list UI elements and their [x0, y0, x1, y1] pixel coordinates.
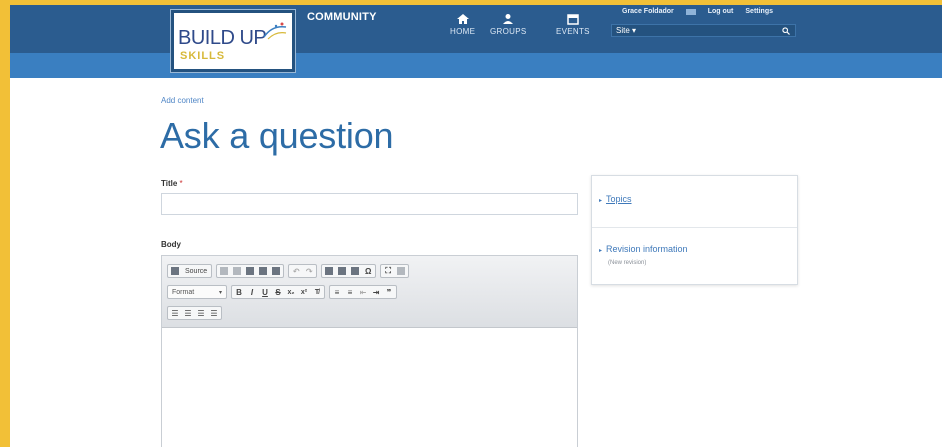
sidebar-item-revision[interactable]: ▸ Revision information — [599, 244, 688, 254]
site-logo[interactable]: BUILD UP SKILLS — [171, 10, 295, 72]
user-name-link[interactable]: Grace Foldador — [622, 8, 674, 15]
logo-swoosh-icon — [263, 22, 287, 40]
copy-icon[interactable] — [232, 266, 242, 276]
align-justify-icon[interactable]: ☰ — [209, 308, 219, 318]
numbered-list-icon[interactable]: ≡ — [332, 287, 342, 297]
style-group: B I U S x₂ x² T̸ — [231, 285, 325, 299]
site-header: BUILD UP SKILLS COMMUNITY HOME GROUPS EV… — [10, 5, 942, 78]
table-icon[interactable] — [337, 266, 347, 276]
user-bar: Grace Foldador Log out Settings — [622, 8, 773, 15]
outdent-icon[interactable]: ⇤ — [358, 287, 368, 297]
strike-icon[interactable]: S — [273, 287, 283, 297]
logo-main-text: BUILD UP — [178, 27, 267, 49]
home-icon — [456, 14, 469, 24]
chevron-down-icon: ▾ — [218, 289, 222, 296]
title-label-text: Title — [161, 179, 178, 188]
settings-link[interactable]: Settings — [745, 8, 773, 15]
nav-home-label: HOME — [450, 27, 476, 36]
sidebar-item-topics[interactable]: ▸ Topics — [599, 194, 632, 204]
bulleted-list-icon[interactable]: ≡ — [345, 287, 355, 297]
format-select[interactable]: Format ▾ — [167, 285, 227, 299]
chevron-right-icon: ▸ — [599, 198, 603, 204]
redo-icon[interactable]: ↷ — [304, 266, 314, 276]
body-label: Body — [161, 240, 181, 249]
title-input[interactable] — [161, 193, 578, 215]
community-link[interactable]: COMMUNITY — [307, 11, 377, 23]
header-strip — [10, 53, 942, 78]
undo-icon[interactable]: ↶ — [291, 266, 301, 276]
list-group: ≡ ≡ ⇤ ⇥ ❞ — [329, 285, 397, 299]
sidebar-revision-summary: (New revision) — [608, 260, 647, 266]
nav-home[interactable]: HOME — [450, 13, 475, 36]
align-right-icon[interactable]: ☰ — [196, 308, 206, 318]
paste-word-icon[interactable] — [271, 266, 281, 276]
insert-group: Ω — [321, 264, 377, 278]
italic-icon[interactable]: I — [247, 287, 257, 297]
search-bar[interactable]: Site ▾ — [611, 24, 796, 37]
align-group: ☰ ☰ ☰ ☰ — [167, 306, 222, 320]
paste-icon[interactable] — [245, 266, 255, 276]
search-scope-select[interactable]: Site ▾ — [616, 26, 636, 35]
search-icon[interactable] — [782, 27, 790, 35]
undo-group: ↶ ↷ — [288, 264, 318, 278]
nav-groups-label: GROUPS — [490, 27, 527, 36]
underline-icon[interactable]: U — [260, 287, 270, 297]
superscript-icon[interactable]: x² — [299, 287, 309, 297]
title-label: Title * — [161, 179, 183, 188]
clipboard-group — [216, 264, 285, 278]
subscript-icon[interactable]: x₂ — [286, 287, 296, 297]
source-button[interactable]: Source — [183, 268, 209, 275]
body-editor[interactable]: Source ↶ ↷ Ω ⛶ Format ▾ B I U S x₂ x² T̸… — [161, 255, 578, 447]
source-group: Source — [167, 264, 213, 278]
page-frame: BUILD UP SKILLS COMMUNITY HOME GROUPS EV… — [10, 5, 942, 447]
show-blocks-icon[interactable] — [396, 266, 406, 276]
align-left-icon[interactable]: ☰ — [170, 308, 180, 318]
nav-events-label: EVENTS — [556, 27, 590, 36]
page-title: Ask a question — [160, 115, 394, 156]
groups-icon — [503, 14, 514, 24]
sidebar-panel: ▸ Topics ▸ Revision information (New revis… — [591, 175, 798, 285]
link-icon[interactable] — [350, 266, 360, 276]
blockquote-icon[interactable]: ❞ — [384, 287, 394, 297]
sidebar-revision-label: Revision information — [606, 244, 688, 254]
toolbar-row-1: Source ↶ ↷ Ω ⛶ — [167, 264, 410, 278]
avatar[interactable] — [685, 8, 696, 15]
chevron-right-icon: ▸ — [599, 248, 603, 254]
sidebar-topics-label: Topics — [606, 194, 632, 204]
toolbar-row-2: Format ▾ B I U S x₂ x² T̸ ≡ ≡ ⇤ ⇥ ❞ — [167, 285, 397, 299]
view-group: ⛶ — [380, 264, 410, 278]
editor-content-area[interactable] — [162, 329, 577, 447]
breadcrumb[interactable]: Add content — [161, 96, 204, 105]
nav-events[interactable]: EVENTS — [556, 13, 590, 36]
nav-groups[interactable]: GROUPS — [490, 13, 526, 36]
source-icon — [170, 266, 180, 276]
sidebar-divider — [592, 227, 797, 228]
logout-link[interactable]: Log out — [708, 8, 734, 15]
editor-toolbar: Source ↶ ↷ Ω ⛶ Format ▾ B I U S x₂ x² T̸… — [162, 256, 577, 328]
toolbar-row-3: ☰ ☰ ☰ ☰ — [167, 306, 222, 320]
logo-sub-text: SKILLS — [180, 50, 226, 62]
format-select-label: Format — [172, 288, 195, 296]
special-char-icon[interactable]: Ω — [363, 266, 373, 276]
maximize-icon[interactable]: ⛶ — [383, 266, 393, 276]
remove-format-icon[interactable]: T̸ — [312, 287, 322, 297]
indent-icon[interactable]: ⇥ — [371, 287, 381, 297]
cut-icon[interactable] — [219, 266, 229, 276]
required-marker: * — [179, 179, 183, 188]
events-icon — [567, 14, 579, 25]
image-icon[interactable] — [324, 266, 334, 276]
paste-text-icon[interactable] — [258, 266, 268, 276]
bold-icon[interactable]: B — [234, 287, 244, 297]
align-center-icon[interactable]: ☰ — [183, 308, 193, 318]
